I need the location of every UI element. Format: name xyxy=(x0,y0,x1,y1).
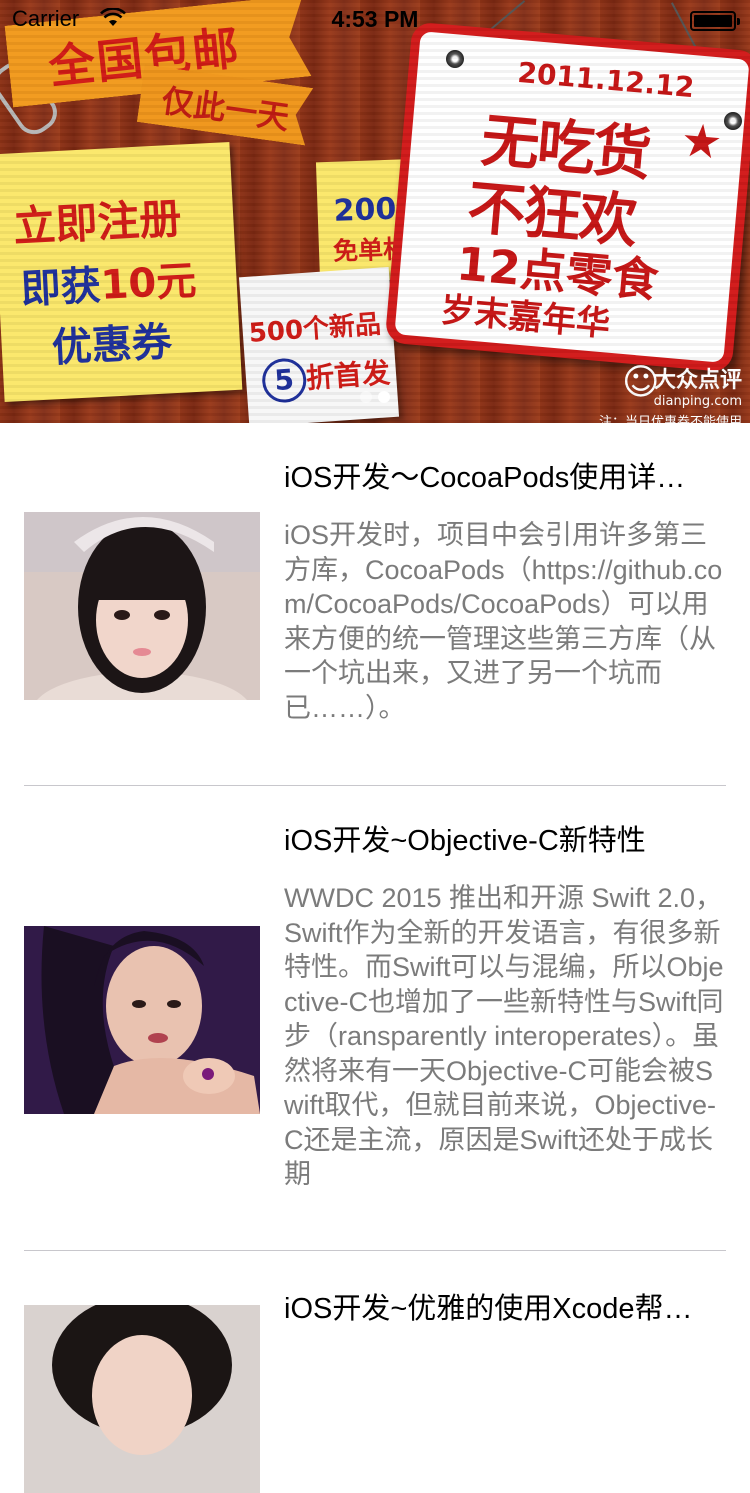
article-summary: iOS开发时，项目中会引用许多第三方库，CocoaPods（https://gi… xyxy=(284,520,723,723)
article-thumbnail xyxy=(24,1305,260,1493)
table-row[interactable]: iOS开发~优雅的使用Xcode帮… xyxy=(0,1251,750,1493)
brand-note: 注：当日优惠券不能使用 xyxy=(598,415,742,423)
article-thumbnail xyxy=(24,926,260,1114)
note-register-line2: 即获10元 xyxy=(19,257,198,314)
table-row[interactable]: iOS开发~Objective-C新特性 WWDC 2015 推出和开源 Swi… xyxy=(0,786,750,1251)
pin-icon xyxy=(724,112,742,130)
sticky-note-register: 立即注册 即获10元 优惠券 xyxy=(0,141,243,403)
pin-icon xyxy=(446,50,464,68)
article-thumbnail xyxy=(24,512,260,700)
note-register-line3: 优惠券 xyxy=(50,319,173,372)
note-new-products-line1: 500个新品 xyxy=(247,309,382,349)
article-summary: WWDC 2015 推出和开源 Swift 2.0，Swift作为全新的开发语言… xyxy=(284,883,724,1189)
page-dot[interactable] xyxy=(360,391,372,403)
page-dot-active[interactable] xyxy=(378,391,390,403)
banner-carousel[interactable]: 全国包邮 仅此一天 立即注册 即获10元 优惠券 200个 免单机会 500个新… xyxy=(0,0,750,423)
banner-sign-board: 2011.12.12 ★ 无吃货 不狂欢 12点零食 岁末嘉年华 xyxy=(384,21,750,373)
article-title: iOS开发~Objective-C新特性 xyxy=(284,825,646,857)
status-bar: Carrier 4:53 PM xyxy=(0,0,750,40)
note-register-line1: 立即注册 xyxy=(12,193,183,252)
star-icon: ★ xyxy=(678,112,725,170)
battery-full-icon xyxy=(690,11,740,31)
ribbon-sub-text: 仅此一天 xyxy=(159,81,292,137)
article-title: iOS开发~优雅的使用Xcode帮… xyxy=(284,1293,693,1325)
article-title: iOS开发～CocoaPods使用详… xyxy=(284,462,686,494)
page-control[interactable] xyxy=(0,388,750,407)
sign-date: 2011.12.12 xyxy=(516,55,696,105)
clock-label: 4:53 PM xyxy=(331,6,419,32)
table-row[interactable]: iOS开发～CocoaPods使用详… iOS开发时，项目中会引用许多第三方库，… xyxy=(0,423,750,786)
